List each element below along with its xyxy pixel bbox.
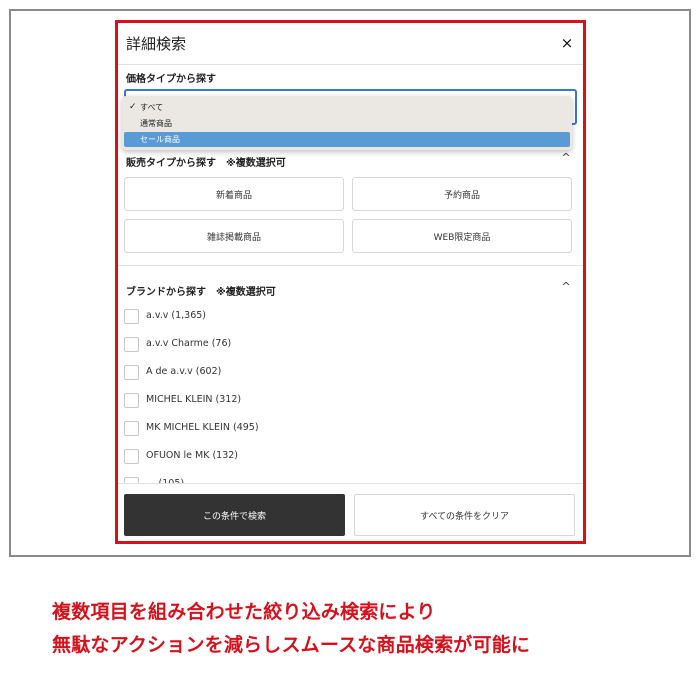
sales-type-new-button[interactable]: 新着商品 — [124, 177, 344, 211]
sales-type-label: 販売タイプから探す ※複数選択可 — [126, 158, 286, 169]
checkbox[interactable] — [124, 393, 139, 408]
checkmark-icon: ✓ — [129, 102, 137, 112]
brand-item-michel-klein[interactable]: MICHEL KLEIN (312) — [124, 392, 424, 410]
sales-type-web-limited-button[interactable]: WEB限定商品 — [352, 219, 572, 253]
modal-title: 詳細検索 — [126, 35, 187, 53]
modal-header: 詳細検索 × — [118, 23, 583, 65]
checkbox[interactable] — [124, 337, 139, 352]
checkbox[interactable] — [124, 449, 139, 464]
checkbox[interactable] — [124, 421, 139, 436]
advanced-search-modal: 詳細検索 × 価格タイプから探す ✓ すべて 通常商品 セール商品 販売タイプか… — [115, 20, 586, 544]
modal-footer: この条件で検索 すべての条件をクリア — [118, 483, 583, 541]
dropdown-option-sale[interactable]: セール商品 — [124, 132, 570, 147]
brand-item-label: MK MICHEL KLEIN (495) — [146, 422, 259, 433]
search-button[interactable]: この条件で検索 — [124, 494, 345, 536]
price-type-label: 価格タイプから探す — [126, 74, 216, 85]
brand-item-avv[interactable]: a.v.v (1,365) — [124, 308, 424, 326]
checkbox[interactable] — [124, 309, 139, 324]
dropdown-option-all[interactable]: ✓ すべて — [124, 100, 570, 115]
brand-item-label: OFUON le MK (132) — [146, 450, 238, 461]
sales-type-preorder-button[interactable]: 予約商品 — [352, 177, 572, 211]
section-divider — [118, 265, 583, 266]
brand-item-label: MICHEL KLEIN (312) — [146, 394, 242, 405]
brand-label: ブランドから探す ※複数選択可 — [126, 287, 276, 298]
caption-line-1: 複数項目を組み合わせた絞り込み検索により — [52, 601, 436, 623]
brand-item-avv-charme[interactable]: a.v.v Charme (76) — [124, 336, 424, 354]
dropdown-option-regular[interactable]: 通常商品 — [124, 116, 570, 131]
brand-item-label: a.v.v (1,365) — [146, 310, 206, 321]
chevron-up-icon[interactable]: ^ — [561, 152, 571, 163]
caption-line-2: 無駄なアクションを減らしスムースな商品検索が可能に — [52, 634, 531, 656]
chevron-up-icon[interactable]: ^ — [561, 281, 571, 292]
clear-all-button[interactable]: すべての条件をクリア — [354, 494, 575, 536]
brand-item-label: a.v.v Charme (76) — [146, 338, 232, 349]
brand-item-mk-michel-klein[interactable]: MK MICHEL KLEIN (495) — [124, 420, 424, 438]
brand-item-label: A de a.v.v (602) — [146, 366, 222, 377]
price-type-dropdown: ✓ すべて 通常商品 セール商品 — [122, 96, 572, 150]
close-icon[interactable]: × — [559, 35, 575, 51]
brand-item-a-de-avv[interactable]: A de a.v.v (602) — [124, 364, 424, 382]
checkbox[interactable] — [124, 365, 139, 380]
brand-item-ofuon-le-mk[interactable]: OFUON le MK (132) — [124, 448, 424, 466]
sales-type-magazine-button[interactable]: 雑誌掲載商品 — [124, 219, 344, 253]
